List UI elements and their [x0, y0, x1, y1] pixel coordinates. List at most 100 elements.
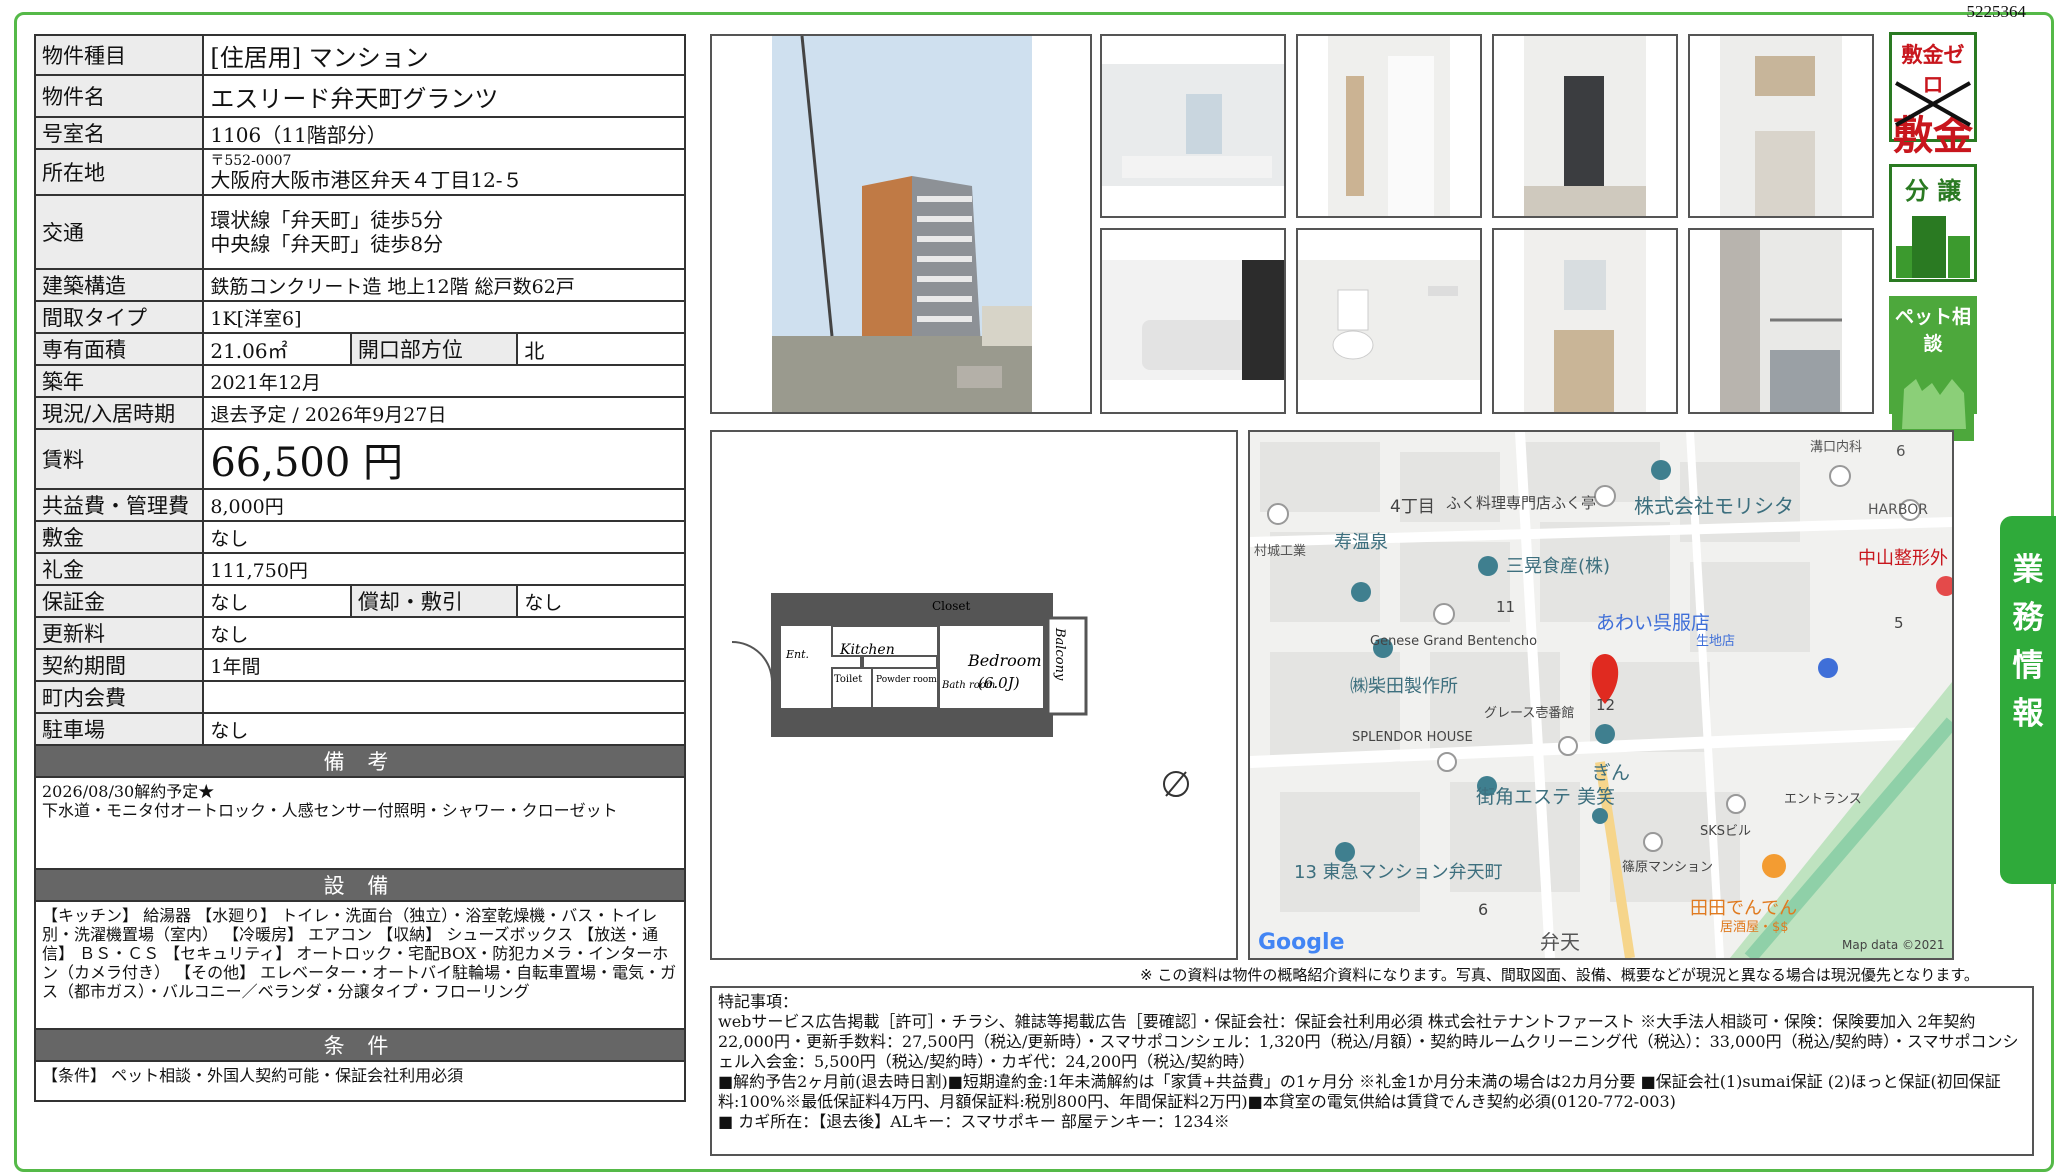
- map-label-mizoguchi: 溝口内科: [1810, 440, 1863, 455]
- business-info-tab[interactable]: 業 務 情 報: [2000, 516, 2056, 884]
- traffic-label: 交通: [33, 194, 205, 270]
- equipment-header: 設 備: [34, 868, 686, 902]
- rent-value: 66,500 円: [202, 428, 686, 490]
- room-image-1: [1102, 64, 1284, 186]
- built-value: 2021年12月: [202, 364, 686, 398]
- amortization-label: 償却・敷引: [349, 584, 519, 618]
- remarks-line-1: 2026/08/30解約予定★: [42, 782, 215, 801]
- room-value: 1106（11階部分）: [202, 116, 686, 150]
- amortization-value: なし: [516, 584, 686, 618]
- map-label-12: 12: [1596, 696, 1616, 714]
- map-data-attribution: Map data ©2021: [1842, 938, 1945, 952]
- map-label-4chome: 4丁目: [1390, 497, 1435, 517]
- special-notes-line-1: webサービス広告掲載［許可］・チラシ、雑誌等掲載広告［要確認］・保証会社：保証…: [718, 1012, 2019, 1071]
- parking-value: なし: [202, 712, 686, 746]
- map-label-6a: 6: [1896, 442, 1906, 460]
- bedroom-size-label: (6.0J): [978, 674, 1020, 692]
- term-label: 契約期間: [33, 648, 205, 682]
- built-label: 築年: [33, 364, 205, 398]
- side-tab-char-2: 務: [2012, 600, 2044, 636]
- room-photo-7: [1492, 228, 1678, 414]
- special-notes-line-3: ■ カギ所在：【退去後】ALキー：スマサポキー 部屋テンキー：1234※: [718, 1112, 1230, 1131]
- location-map[interactable]: 4丁目 ふく料理専門店ふく亭 株式会社モリシタ 溝口内科 6 HARBOR 村城…: [1248, 430, 1954, 960]
- area-value: 21.06㎡: [202, 332, 352, 366]
- map-label-fugu: ふく料理専門店ふく亭: [1446, 494, 1597, 512]
- term-value: 1年間: [202, 648, 686, 682]
- room-photo-4: [1688, 34, 1874, 218]
- room-photo-8: [1688, 228, 1874, 414]
- renewal-label: 更新料: [33, 616, 205, 650]
- room-image-2: [1328, 36, 1450, 216]
- remarks-header: 備 考: [34, 744, 686, 778]
- condo-badge: 分 譲: [1889, 164, 1977, 282]
- powder-label: Powder room: [876, 675, 937, 685]
- address-cell: 〒552-0007 大阪府大阪市港区弁天４丁目12-５: [202, 148, 686, 196]
- key-money-label: 礼金: [33, 552, 205, 586]
- direction-label: 開口部方位: [349, 332, 519, 366]
- map-label-muraki: 村城工業: [1254, 544, 1307, 559]
- map-label-splendor: SPLENDOR HOUSE: [1352, 730, 1473, 745]
- map-label-grace: グレース壱番館: [1484, 706, 1575, 721]
- room-image-5: [1102, 260, 1284, 380]
- guarantee-value: なし: [202, 584, 352, 618]
- map-label-entrance: エントランス: [1784, 792, 1862, 807]
- map-label-machikado: 街角エステ 美笑: [1476, 786, 1616, 808]
- traffic-line-1: 環状線「弁天町」徒歩5分: [210, 208, 444, 232]
- address-zip: 〒552-0007: [210, 152, 292, 169]
- type-label: 物件種目: [33, 34, 205, 76]
- side-tab-label: 業 務 情 報: [2012, 546, 2044, 738]
- parking-label: 駐車場: [33, 712, 205, 746]
- map-label-benten: 弁天: [1540, 930, 1580, 954]
- map-label-shibata: ㈱柴田製作所: [1350, 676, 1458, 697]
- traffic-line-2: 中央線「弁天町」徒歩8分: [210, 232, 444, 256]
- pet-icon: [1892, 359, 1974, 441]
- kitchen-label: Kitchen: [839, 642, 895, 658]
- fee-label: 共益費・管理費: [33, 488, 205, 522]
- room-label: 号室名: [33, 116, 205, 150]
- deposit-label: 敷金: [33, 520, 205, 554]
- strike-icon: [1895, 81, 1971, 127]
- map-label-awai: あわい呉服店: [1596, 612, 1711, 634]
- floor-plan-drawing: Closet Kitchen Ent. Toilet Powder room B…: [731, 593, 1189, 797]
- room-photo-5: [1100, 228, 1286, 414]
- key-money-value: 111,750円: [202, 552, 686, 586]
- map-label-11: 11: [1496, 598, 1516, 616]
- map-label-sanko: 三晃食産(株): [1506, 556, 1611, 577]
- fee-value: 8,000円: [202, 488, 686, 522]
- room-photo-6: [1296, 228, 1482, 414]
- map-label-gin: ぎん: [1592, 762, 1631, 784]
- name-value: エスリード弁天町グランツ: [202, 74, 686, 118]
- map-label-tokyu: 13 東急マンション弁天町: [1294, 862, 1503, 883]
- room-image-6: [1298, 260, 1480, 380]
- map-label-morishita: 株式会社モリシタ: [1634, 494, 1794, 518]
- area-label: 専有面積: [33, 332, 205, 366]
- remarks-cell: 2026/08/30解約予定★ 下水道・モニタ付オートロック・人感センサー付照明…: [34, 776, 686, 870]
- guarantee-label: 保証金: [33, 584, 205, 618]
- map-label-kotobuki: 寿温泉: [1334, 532, 1388, 553]
- pet-title: ペット相談: [1892, 299, 1974, 359]
- zero-deposit-badge: 敷金ゼロ 敷金: [1889, 32, 1977, 159]
- room-photo-3: [1492, 34, 1678, 218]
- toilet-label: Toilet: [834, 674, 862, 685]
- renewal-value: なし: [202, 616, 686, 650]
- side-tab-char-4: 報: [2012, 696, 2044, 732]
- building-exterior-image: [772, 36, 1032, 412]
- address-label: 所在地: [33, 148, 205, 196]
- type-value: [住居用] マンション: [202, 34, 686, 76]
- condo-title: 分 譲: [1904, 177, 1962, 205]
- disclaimer: ※ この資料は物件の概略紹介資料になります。写真、間取図面、設備、概要などが現況…: [1140, 966, 1979, 984]
- status-label: 現況/入居時期: [33, 396, 205, 430]
- room-image-7: [1524, 230, 1646, 412]
- map-label-nakayama: 中山整形外: [1858, 548, 1948, 569]
- building-icon: [1896, 216, 1970, 278]
- status-value: 退去予定 / 2026年9月27日: [202, 396, 686, 430]
- special-notes: 特記事項： webサービス広告掲載［許可］・チラシ、雑誌等掲載広告［要確認］・保…: [710, 986, 2034, 1156]
- town-fee-label: 町内会費: [33, 680, 205, 714]
- map-label-awai-sub: 生地店: [1696, 634, 1736, 649]
- map-label-tada-sub: 居酒屋・$$: [1720, 920, 1789, 935]
- map-label-5: 5: [1894, 614, 1904, 632]
- map-label-sks: SKSビル: [1700, 824, 1752, 839]
- equipment-text: 【キッチン】 給湯器 【水廻り】 トイレ・洗面台（独立）・浴室乾燥機・バス・トイ…: [34, 900, 686, 1030]
- floor-plan: Closet Kitchen Ent. Toilet Powder room B…: [710, 430, 1238, 960]
- room-image-3: [1524, 36, 1646, 216]
